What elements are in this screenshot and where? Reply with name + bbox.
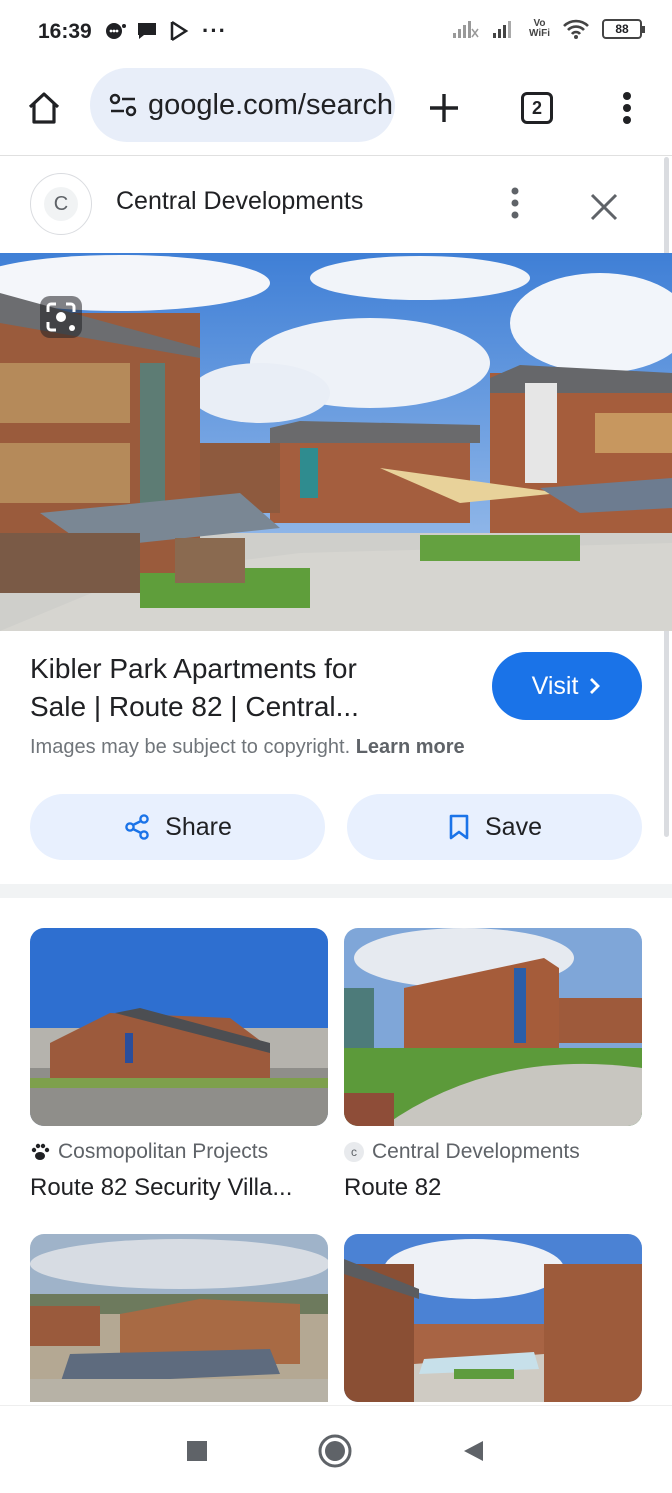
learn-more-link[interactable]: Learn more [356, 736, 465, 758]
panel-more-button[interactable] [500, 181, 530, 225]
save-button[interactable]: Save [347, 794, 642, 860]
message-notification-icon [106, 23, 126, 39]
apartment-complex-image [0, 253, 672, 631]
more-notifications-icon: ··· [202, 18, 227, 43]
site-favicon: C [30, 173, 92, 235]
site-initial: C [44, 187, 78, 221]
browser-toolbar: google.com/search 2 [0, 64, 672, 156]
share-label: Share [165, 812, 232, 841]
status-bar: 16:39 ··· Vo WiFi 88 [0, 0, 672, 64]
site-settings-icon[interactable] [108, 90, 138, 120]
browser-menu-button[interactable] [603, 84, 651, 132]
more-vert-icon [511, 187, 519, 219]
related-source-1[interactable]: Cosmopolitan Projects [30, 1140, 268, 1164]
related-image-1[interactable] [30, 928, 328, 1126]
related-image-4[interactable] [344, 1234, 642, 1402]
back-button[interactable] [452, 1430, 494, 1472]
share-button[interactable]: Share [30, 794, 325, 860]
share-icon [125, 814, 149, 840]
new-tab-button[interactable] [420, 84, 468, 132]
signal-2-icon [492, 21, 511, 38]
paw-icon [31, 1143, 50, 1160]
related-photo [30, 928, 328, 1126]
related-photo [344, 1234, 642, 1402]
visit-label: Visit [531, 671, 579, 700]
copyright-notice: Images may be subject to copyright. Lear… [30, 736, 465, 759]
source-name: Central Developments [372, 1140, 580, 1163]
main-image[interactable] [0, 253, 672, 631]
play-store-icon [170, 20, 189, 42]
close-button[interactable] [584, 187, 624, 227]
related-image-2[interactable] [344, 928, 642, 1126]
lens-icon [40, 296, 82, 338]
image-title[interactable]: Kibler Park Apartments for Sale | Route … [30, 650, 450, 726]
notification-icons: ··· [104, 18, 227, 44]
battery-indicator: 88 [602, 19, 645, 39]
copyright-text: Images may be subject to copyright. [30, 736, 351, 758]
status-right: Vo WiFi 88 [451, 18, 645, 40]
related-photo [344, 928, 642, 1126]
address-bar[interactable]: google.com/search [90, 68, 395, 142]
circle-icon [318, 1434, 352, 1468]
recents-button[interactable] [176, 1430, 218, 1472]
related-image-3[interactable] [30, 1234, 328, 1402]
section-divider [0, 884, 672, 898]
image-panel-header: C Central Developments [0, 157, 672, 253]
vowifi-bottom-label: WiFi [528, 28, 550, 39]
signal-1-icon [452, 21, 479, 38]
wifi-icon [563, 19, 589, 39]
related-source-2[interactable]: c Central Developments [344, 1140, 580, 1164]
tab-switcher-button[interactable]: 2 [513, 84, 561, 132]
plus-icon [430, 94, 458, 122]
close-icon [590, 193, 618, 221]
visit-button[interactable]: Visit [492, 652, 642, 720]
home-button[interactable] [20, 84, 68, 132]
more-vert-icon [623, 92, 631, 124]
status-time: 16:39 [38, 20, 92, 43]
save-label: Save [485, 812, 542, 841]
related-title-1[interactable]: Route 82 Security Villa... [30, 1174, 292, 1202]
related-photo [30, 1234, 328, 1402]
title-line-2: Sale | Route 82 | Central... [30, 691, 359, 722]
home-nav-button[interactable] [314, 1430, 356, 1472]
chevron-right-icon [590, 678, 601, 694]
square-icon [187, 1441, 207, 1461]
google-lens-button[interactable] [38, 294, 84, 340]
triangle-back-icon [464, 1441, 483, 1461]
bookmark-icon [449, 814, 469, 840]
related-title-2[interactable]: Route 82 [344, 1174, 441, 1202]
vowifi-indicator: Vo WiFi [529, 19, 550, 39]
url-text: google.com/search [148, 88, 394, 121]
chat-notification-icon [138, 23, 156, 39]
site-name[interactable]: Central Developments [116, 187, 363, 216]
title-line-1: Kibler Park Apartments for [30, 653, 357, 684]
system-nav-bar [0, 1405, 672, 1493]
source-favicon: c [344, 1142, 364, 1162]
source-name: Cosmopolitan Projects [58, 1140, 269, 1163]
home-icon [28, 92, 60, 124]
tab-count: 2 [521, 92, 553, 124]
